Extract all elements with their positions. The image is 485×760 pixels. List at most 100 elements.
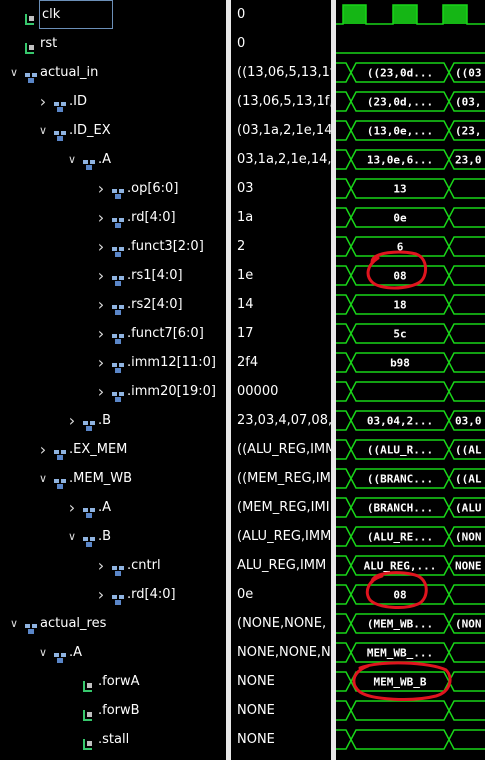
expand-chevron-down-icon[interactable]: ∨ — [8, 609, 20, 638]
signal-value: 03 — [237, 181, 254, 196]
signal-name: .ID_EX — [69, 123, 111, 138]
signal-value-pane: 0 0 ((13,06,5,13,1f, (13,06,5,13,1f,0 (03,1a… — [231, 0, 331, 760]
collapse-chevron-right-icon[interactable]: › — [95, 203, 107, 232]
signal-row[interactable]: › .op[6:0] — [0, 174, 226, 203]
bus-waveform — [336, 294, 485, 315]
bus-value-label: (MEM_WB... — [367, 618, 433, 631]
signal-name: .funct3[2:0] — [127, 239, 204, 254]
signal-name: .stall — [98, 732, 130, 747]
signal-value: ALU_REG,IMM — [237, 558, 327, 573]
expand-chevron-down-icon[interactable]: ∨ — [8, 58, 20, 87]
signal-row[interactable]: › .rs1[4:0] — [0, 261, 226, 290]
signal-name: .rd[4:0] — [127, 210, 176, 225]
collapse-chevron-right-icon[interactable]: › — [95, 377, 107, 406]
signal-row[interactable]: .forwB — [0, 696, 226, 725]
collapse-chevron-right-icon[interactable]: › — [95, 580, 107, 609]
signal-name: .cntrl — [127, 558, 161, 573]
signal-row[interactable]: › .rd[4:0] — [0, 203, 226, 232]
signal-row[interactable]: ∨ .MEM_WB — [0, 464, 226, 493]
bus-value-label: NONE — [455, 560, 482, 573]
expand-chevron-down-icon[interactable]: ∨ — [66, 145, 78, 174]
signal-row[interactable]: ∨ actual_in — [0, 58, 226, 87]
signal-name: .op[6:0] — [127, 181, 179, 196]
signal-name: .rs1[4:0] — [127, 268, 183, 283]
waveform-canvas[interactable]: ((23,0d... ((03 (23,0d,... (03, (13,0e,... (2… — [336, 0, 485, 760]
signal-name: .EX_MEM — [69, 442, 128, 457]
bit-signal-icon — [82, 733, 94, 760]
bus-value-label: 13,0e,6... — [367, 154, 433, 167]
signal-row[interactable]: ∨ .A — [0, 638, 226, 667]
signal-value: (NONE,NONE, — [237, 616, 327, 631]
signal-row[interactable]: › .B — [0, 406, 226, 435]
clock-high-pulse — [343, 5, 366, 24]
bus-value-label: ((AL — [455, 444, 482, 457]
collapse-chevron-right-icon[interactable]: › — [95, 174, 107, 203]
expand-chevron-down-icon[interactable]: ∨ — [37, 638, 49, 667]
bus-waveform — [336, 265, 485, 286]
collapse-chevron-right-icon[interactable]: › — [95, 551, 107, 580]
signal-row[interactable]: › .rs2[4:0] — [0, 290, 226, 319]
signal-value: 1e — [237, 268, 254, 283]
signal-value: ((ALU_REG,IMM — [237, 442, 331, 457]
collapse-chevron-right-icon[interactable]: › — [95, 319, 107, 348]
signal-name: .imm20[19:0] — [127, 384, 216, 399]
signal-value: NONE — [237, 732, 275, 747]
signal-row[interactable]: › .imm20[19:0] — [0, 377, 226, 406]
signal-value: 2 — [237, 239, 246, 254]
signal-value: 0 — [237, 36, 246, 51]
collapse-chevron-right-icon[interactable]: › — [37, 435, 49, 464]
signal-row[interactable]: › .rd[4:0] — [0, 580, 226, 609]
signal-row[interactable]: ∨ actual_res — [0, 609, 226, 638]
bus-value-label: 0e — [393, 212, 407, 225]
signal-name: .funct7[6:0] — [127, 326, 204, 341]
signal-row[interactable]: › .imm12[11:0] — [0, 348, 226, 377]
collapse-chevron-right-icon[interactable]: › — [66, 493, 78, 522]
signal-value: NONE,NONE,N — [237, 645, 331, 660]
bus-waveform — [336, 381, 485, 402]
signal-row[interactable]: › .funct7[6:0] — [0, 319, 226, 348]
collapse-chevron-right-icon[interactable]: › — [95, 348, 107, 377]
bus-value-label: ((ALU_R... — [367, 444, 433, 457]
expand-chevron-down-icon[interactable]: ∨ — [37, 116, 49, 145]
collapse-chevron-right-icon[interactable]: › — [95, 290, 107, 319]
signal-name-pane: clk rst ∨ actual_in › .ID ∨ .ID_EX ∨ .A › .op[6:0] ›… — [0, 0, 226, 760]
signal-value: NONE — [237, 674, 275, 689]
signal-row[interactable]: ∨ .B — [0, 522, 226, 551]
signal-name: actual_res — [40, 616, 107, 631]
bus-value-label: (ALU — [455, 502, 482, 515]
bus-value-label: MEM_WB_... — [367, 647, 433, 660]
bus-waveform — [336, 729, 485, 750]
signal-row[interactable]: .stall — [0, 725, 226, 754]
signal-row[interactable]: rst — [0, 29, 226, 58]
signal-row[interactable]: › .EX_MEM — [0, 435, 226, 464]
bus-value-label: (NON — [455, 531, 482, 544]
collapse-chevron-right-icon[interactable]: › — [37, 87, 49, 116]
expand-chevron-down-icon[interactable]: ∨ — [37, 464, 49, 493]
signal-row[interactable]: › .A — [0, 493, 226, 522]
collapse-chevron-right-icon[interactable]: › — [66, 406, 78, 435]
signal-value: NONE — [237, 703, 275, 718]
signal-value: 0e — [237, 587, 254, 602]
signal-value: 03,1a,2,1e,14,1 — [237, 152, 331, 167]
bus-waveform — [336, 584, 485, 605]
bus-value-label: MEM_WB_B — [374, 676, 427, 689]
signal-value: (13,06,5,13,1f,0 — [237, 94, 331, 109]
signal-row[interactable]: ∨ .ID_EX — [0, 116, 226, 145]
signal-row[interactable]: › .ID — [0, 87, 226, 116]
bus-value-label: b98 — [390, 357, 410, 370]
signal-row[interactable]: ∨ .A — [0, 145, 226, 174]
signal-name: .A — [98, 500, 112, 515]
collapse-chevron-right-icon[interactable]: › — [95, 232, 107, 261]
signal-name: .A — [98, 152, 112, 167]
waveform-pane[interactable]: ((23,0d... ((03 (23,0d,... (03, (13,0e,... (2… — [336, 0, 485, 760]
bus-value-label: 13 — [393, 183, 406, 196]
signal-row[interactable]: › .funct3[2:0] — [0, 232, 226, 261]
signal-row[interactable]: › .cntrl — [0, 551, 226, 580]
collapse-chevron-right-icon[interactable]: › — [95, 261, 107, 290]
clock-high-pulse — [393, 5, 417, 24]
signal-name: actual_in — [40, 65, 99, 80]
signal-row[interactable]: .forwA — [0, 667, 226, 696]
expand-chevron-down-icon[interactable]: ∨ — [66, 522, 78, 551]
signal-row[interactable]: clk — [0, 0, 226, 29]
bus-value-label: ((23,0d... — [367, 67, 433, 80]
